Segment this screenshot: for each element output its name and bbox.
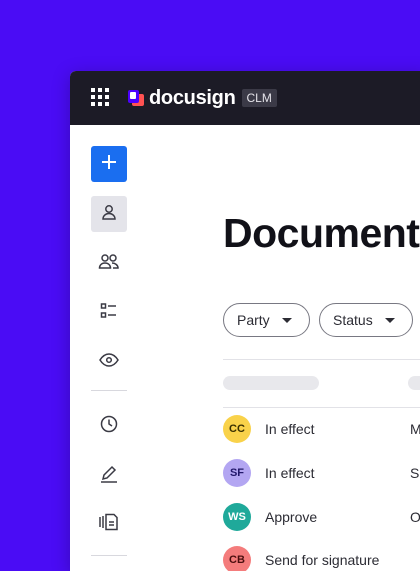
sidebar: [70, 125, 148, 571]
chevron-down-icon: [281, 317, 292, 323]
avatar: CB: [223, 546, 251, 571]
filter-label: Party: [237, 312, 270, 328]
sidebar-item-templates[interactable]: [91, 506, 127, 542]
table-row[interactable]: WS Approve O: [223, 495, 420, 539]
column-header-placeholder: [223, 376, 319, 390]
table-row[interactable]: CC In effect M: [223, 407, 420, 451]
sidebar-item-recent[interactable]: [91, 408, 127, 444]
table-top-divider: [223, 359, 420, 360]
page-title: Documents: [223, 210, 420, 256]
docusign-logo[interactable]: docusign CLM: [126, 87, 277, 109]
sidebar-item-watching[interactable]: [91, 344, 127, 380]
avatar: WS: [223, 503, 251, 531]
avatar: CC: [223, 415, 251, 443]
avatar: SF: [223, 459, 251, 487]
users-icon: [98, 252, 120, 275]
brand-name: docusign: [149, 87, 236, 109]
app-window: docusign CLM Documents Party Status CC I…: [70, 71, 420, 571]
sidebar-item-shared[interactable]: [91, 245, 127, 281]
main-panel: Documents Party Status CC In effect M SF…: [223, 125, 420, 571]
clock-icon: [100, 415, 118, 438]
status-text: In effect: [265, 421, 315, 437]
document-name-cell: S: [410, 465, 420, 481]
new-button[interactable]: [91, 146, 127, 182]
user-icon: [100, 203, 118, 226]
eye-icon: [99, 352, 119, 372]
pen-icon: [99, 464, 119, 489]
chevron-down-icon: [384, 317, 395, 323]
table-row[interactable]: SF In effect S: [223, 451, 420, 495]
top-bar: docusign CLM: [70, 71, 420, 125]
sidebar-item-tasks[interactable]: [91, 295, 127, 331]
plus-icon: [101, 154, 117, 175]
status-text: Approve: [265, 509, 318, 525]
filter-label: Status: [333, 312, 373, 328]
document-name-cell: O: [410, 509, 420, 525]
sidebar-item-my-documents[interactable]: [91, 196, 127, 232]
table-row[interactable]: CB Send for signature: [223, 538, 420, 571]
status-text: Send for signature: [265, 552, 380, 568]
documents-icon: [98, 513, 120, 536]
sidebar-item-signatures[interactable]: [91, 458, 127, 494]
status-filter[interactable]: Status: [319, 303, 413, 337]
product-badge: CLM: [241, 89, 277, 107]
sidebar-divider: [91, 390, 127, 391]
list-icon: [100, 302, 118, 325]
document-name-cell: M: [410, 421, 420, 437]
grid-icon[interactable]: [91, 88, 109, 106]
docusign-logo-icon: [126, 88, 146, 108]
status-text: In effect: [265, 465, 315, 481]
sidebar-divider: [91, 555, 127, 556]
party-filter[interactable]: Party: [223, 303, 310, 337]
column-header-placeholder: [408, 376, 420, 390]
content-area: Documents Party Status CC In effect M SF…: [70, 125, 420, 571]
